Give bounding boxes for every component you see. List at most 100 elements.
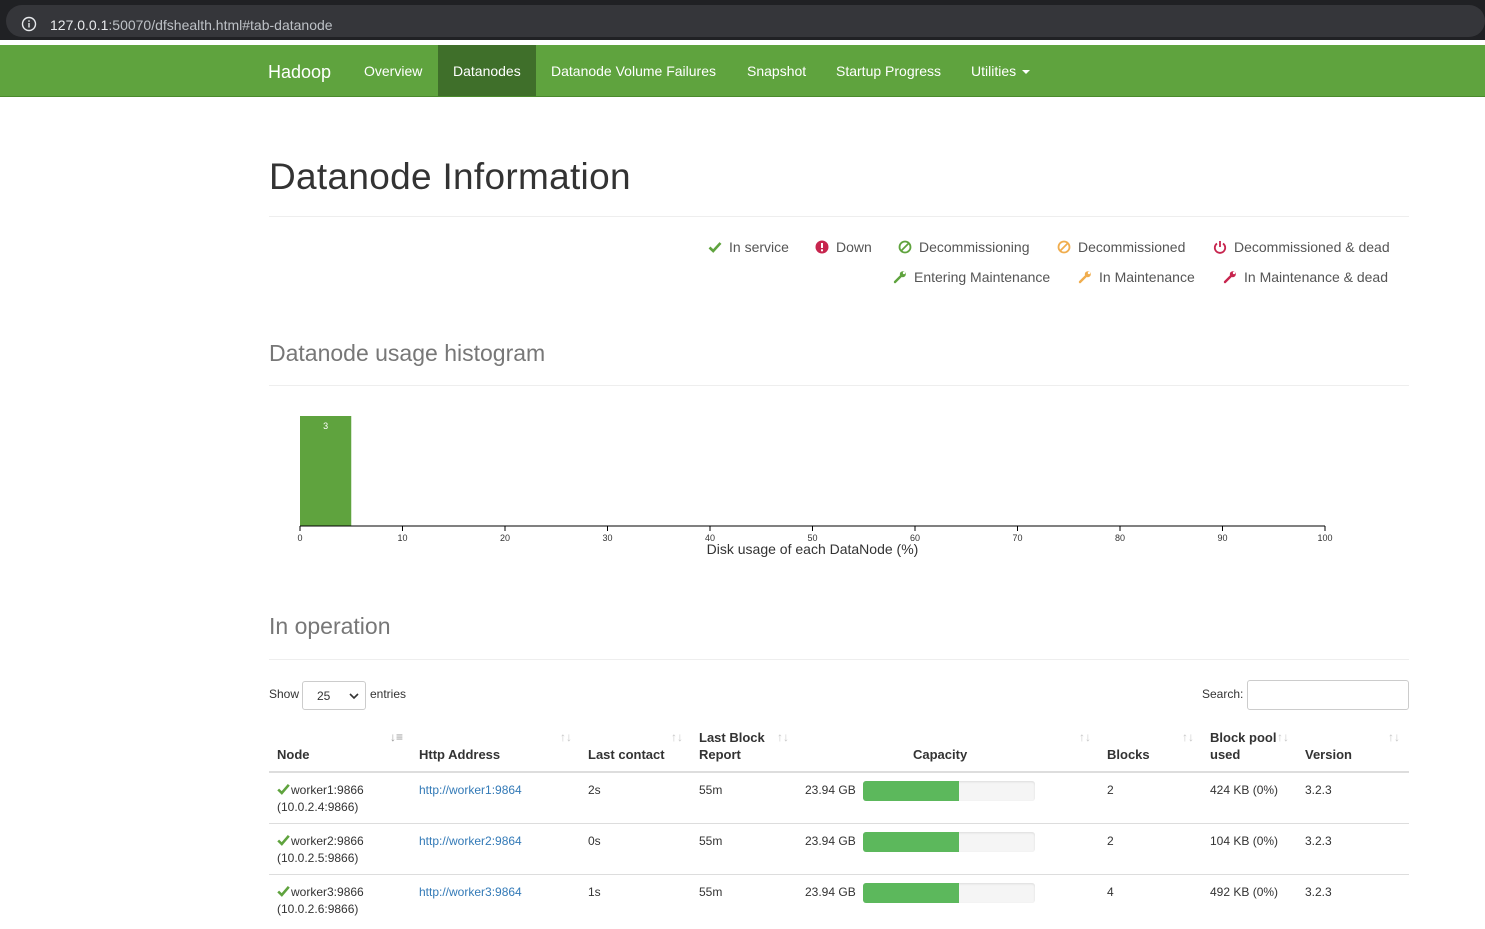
- node-name: worker3:9866: [291, 885, 364, 899]
- nav-overview[interactable]: Overview: [349, 45, 437, 96]
- http-address-link-text[interactable]: http://worker2:9864: [419, 834, 522, 848]
- capacity-text: 23.94 GB: [805, 885, 856, 899]
- legend-in-service: In service: [708, 239, 789, 255]
- sort-icon[interactable]: ↑↓: [777, 730, 789, 744]
- check-icon: [708, 242, 722, 253]
- last-contact: 2s: [588, 783, 601, 797]
- col-header-capacity[interactable]: Capacity: [913, 746, 967, 763]
- col-header-blocks[interactable]: Blocks: [1107, 746, 1150, 763]
- info-icon[interactable]: [21, 16, 37, 32]
- nav-startup-progress[interactable]: Startup Progress: [821, 45, 956, 96]
- legend-label: Entering Maintenance: [914, 269, 1051, 285]
- histogram-tick-label: 0: [297, 533, 302, 543]
- sort-icon[interactable]: ↑↓: [1277, 730, 1289, 744]
- sort-icon[interactable]: ↑↓: [1079, 730, 1091, 744]
- legend-label: Decommissioned & dead: [1234, 239, 1390, 255]
- sort-icon[interactable]: ↑↓: [671, 730, 683, 744]
- capacity-bar-fill: [863, 781, 960, 801]
- http-address-link-text[interactable]: http://worker3:9864: [419, 885, 522, 899]
- sort-icon[interactable]: ↑↓: [1388, 730, 1400, 744]
- capacity-bar: [863, 832, 1035, 852]
- legend-decommissioned-dead: Decommissioned & dead: [1213, 239, 1390, 255]
- version: 3.2.3: [1305, 885, 1332, 899]
- legend-label: In Maintenance: [1099, 269, 1195, 285]
- page-length-value: 25: [317, 689, 331, 703]
- search-input[interactable]: [1247, 680, 1409, 710]
- col-header-last-block-report[interactable]: Last Block Report: [699, 729, 779, 763]
- histogram-bar: [300, 416, 352, 526]
- divider: [269, 385, 1409, 386]
- wrench-icon: [1078, 271, 1091, 284]
- legend-label: Decommissioning: [919, 239, 1030, 255]
- page-length-select[interactable]: 25: [302, 681, 366, 710]
- table-header-divider: [269, 771, 1409, 773]
- url-bar[interactable]: 127.0.0.1:50070/dfshealth.html#tab-datan…: [6, 5, 1485, 37]
- version: 3.2.3: [1305, 783, 1332, 797]
- nav-utilities-label: Utilities: [971, 63, 1017, 79]
- last-contact: 1s: [588, 885, 601, 899]
- capacity-bar-fill: [863, 832, 960, 852]
- check-icon: [277, 834, 290, 846]
- capacity-bar-fill: [863, 883, 960, 903]
- histogram-tick-label: 80: [1115, 533, 1125, 543]
- last-block-report: 55m: [699, 885, 723, 899]
- node-ip: (10.0.2.5:9866): [277, 851, 359, 865]
- block-pool-used: 104 KB (0%): [1210, 834, 1279, 848]
- nav-snapshot[interactable]: Snapshot: [732, 45, 821, 96]
- col-header-version[interactable]: Version: [1305, 746, 1352, 763]
- histogram-tick-label: 90: [1217, 533, 1227, 543]
- last-contact: 0s: [588, 834, 601, 848]
- sort-icon[interactable]: ↑↓: [1182, 730, 1194, 744]
- col-header-block-pool-used[interactable]: Block pool used: [1210, 729, 1280, 763]
- entries-label: entries: [370, 687, 407, 701]
- sort-asc-icon[interactable]: ↓≡: [390, 730, 403, 744]
- capacity-text: 23.94 GB: [805, 834, 856, 848]
- divider: [269, 659, 1409, 660]
- search-label: Search:: [1202, 687, 1244, 701]
- nav-datanodes[interactable]: Datanodes: [438, 45, 536, 96]
- histogram-tick-label: 100: [1317, 533, 1332, 543]
- power-icon: [1213, 241, 1227, 254]
- last-block-report: 55m: [699, 834, 723, 848]
- nav-datanode-volume-failures[interactable]: Datanode Volume Failures: [536, 45, 731, 96]
- nav-utilities-dropdown[interactable]: Utilities: [956, 45, 1045, 96]
- legend-down: Down: [815, 239, 872, 255]
- sort-icon[interactable]: ↑↓: [560, 730, 572, 744]
- capacity-text: 23.94 GB: [805, 783, 856, 797]
- blocks: 4: [1107, 885, 1114, 899]
- legend-decommissioned: Decommissioned: [1057, 239, 1185, 255]
- http-address-link[interactable]: http://worker2:9864: [419, 833, 522, 850]
- http-address-link-text[interactable]: http://worker1:9864: [419, 783, 522, 797]
- show-label: Show: [269, 687, 300, 701]
- usage-histogram-chart: 30 10 20 30 40 50 60 70 80 90 100Disk usage of eac…: [297, 416, 1333, 557]
- col-header-node[interactable]: Node: [277, 746, 310, 763]
- legend-decommissioning: Decommissioning: [898, 239, 1029, 255]
- http-address-link[interactable]: http://worker3:9864: [419, 884, 522, 901]
- brand-link[interactable]: Hadoop: [268, 62, 331, 83]
- ban-icon: [898, 240, 912, 254]
- row-divider: [269, 874, 1409, 875]
- blocks: 2: [1107, 783, 1114, 797]
- row-divider: [269, 823, 1409, 824]
- browser-address-bar: 127.0.0.1:50070/dfshealth.html#tab-datan…: [0, 0, 1485, 40]
- col-header-http-address[interactable]: Http Address: [419, 746, 500, 763]
- http-address-link[interactable]: http://worker1:9864: [419, 782, 522, 799]
- block-pool-used: 492 KB (0%): [1210, 885, 1279, 899]
- chevron-down-icon: [349, 693, 359, 700]
- col-header-last-contact[interactable]: Last contact: [588, 746, 665, 763]
- histogram-title: Datanode usage histogram: [269, 340, 546, 366]
- block-pool-used: 424 KB (0%): [1210, 783, 1279, 797]
- legend-label: Decommissioned: [1078, 239, 1186, 255]
- histogram-tick-label: 10: [397, 533, 407, 543]
- url-text[interactable]: 127.0.0.1:50070/dfshealth.html#tab-datan…: [50, 17, 333, 33]
- legend-in-maintenance: In Maintenance: [1078, 269, 1195, 285]
- legend-entering-maintenance: Entering Maintenance: [893, 269, 1050, 285]
- node-name: worker1:9866: [291, 783, 364, 797]
- check-icon: [277, 783, 290, 795]
- histogram-x-label: Disk usage of each DataNode (%): [707, 541, 919, 557]
- wrench-icon: [893, 271, 906, 284]
- legend-label: In service: [729, 239, 789, 255]
- page-title: Datanode Information: [269, 156, 631, 197]
- node-ip: (10.0.2.6:9866): [277, 902, 359, 916]
- histogram-tick-label: 20: [500, 533, 510, 543]
